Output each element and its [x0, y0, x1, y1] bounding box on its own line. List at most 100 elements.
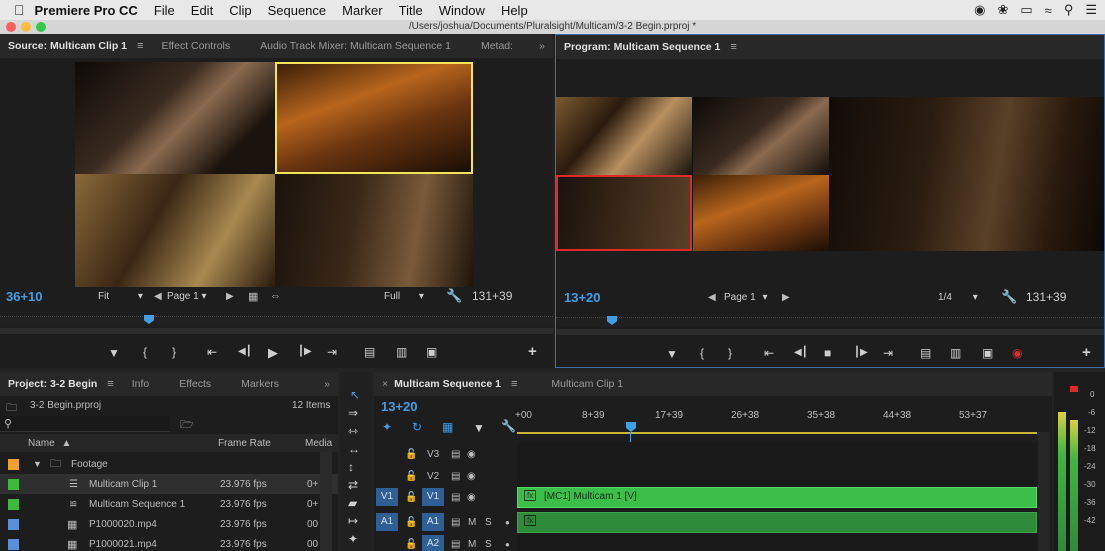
solo-button[interactable]: S	[485, 517, 492, 528]
lock-icon[interactable]: 🔓	[405, 471, 417, 482]
prev-page-icon[interactable]: ◀	[708, 292, 716, 303]
menu-window[interactable]: Window	[431, 3, 493, 18]
overwrite-icon[interactable]: ▥	[396, 345, 407, 359]
go-to-in-icon[interactable]: ⇤	[764, 346, 774, 360]
stop-icon[interactable]: ■	[824, 346, 831, 360]
next-page-icon[interactable]: ▶	[782, 292, 790, 303]
sync-lock-icon[interactable]: ▤	[451, 471, 460, 482]
drag-video-icon[interactable]: ⇔	[270, 290, 281, 302]
search-icon[interactable]: ⚲	[1064, 2, 1074, 18]
menu-clip[interactable]: Clip	[221, 3, 259, 18]
step-back-icon[interactable]: ◀┃	[238, 346, 252, 357]
record-status-icon[interactable]: ◉	[974, 2, 985, 18]
tab-audio-track-mixer[interactable]: Audio Track Mixer: Multicam Sequence 1	[252, 40, 459, 52]
track-name[interactable]: V1	[422, 488, 444, 506]
list-item[interactable]: ▼ 🗀 Footage	[0, 454, 338, 474]
button-editor-plus-icon[interactable]: +	[1082, 344, 1091, 361]
track-name[interactable]: A1	[422, 513, 444, 531]
timeline-settings-icon[interactable]: 🔧	[501, 419, 516, 433]
program-angle-top-left[interactable]	[556, 97, 692, 175]
menu-app-name[interactable]: Premiere Pro CC	[25, 3, 146, 18]
close-window-icon[interactable]	[6, 22, 16, 32]
export-frame-icon[interactable]: ▣	[982, 346, 993, 360]
lock-icon[interactable]: 🔓	[405, 492, 417, 503]
source-timecode[interactable]: 36+10	[6, 289, 43, 304]
list-item[interactable]: ☰ Multicam Clip 1 23.976 fps 0+	[0, 474, 338, 494]
multicam-record-icon[interactable]: ◉	[1012, 346, 1022, 360]
tab-program[interactable]: Program: Multicam Sequence 1	[556, 41, 728, 53]
panel-menu-icon[interactable]: ≡	[730, 41, 736, 53]
list-item[interactable]: ≌ Multicam Sequence 1 23.976 fps 0+	[0, 494, 338, 514]
button-editor-plus-icon[interactable]: +	[528, 343, 537, 360]
add-marker-icon[interactable]: ▼	[666, 347, 678, 361]
tab-multicam-clip[interactable]: Multicam Clip 1	[543, 378, 631, 390]
clip-indicator-left[interactable]	[1070, 386, 1078, 392]
project-scrollbar[interactable]	[320, 452, 332, 551]
wrench-icon[interactable]: 🔧	[1001, 289, 1017, 305]
list-item[interactable]: ▦ P1000021.mp4 23.976 fps 00	[0, 534, 338, 551]
razor-tool-icon[interactable]: ⇄	[348, 478, 358, 492]
column-frame-rate[interactable]: Frame Rate	[218, 438, 271, 449]
more-tabs-icon[interactable]: »	[531, 40, 553, 52]
program-angle-bottom-middle[interactable]	[693, 175, 829, 251]
sync-lock-icon[interactable]: ▤	[451, 449, 460, 460]
menu-title[interactable]: Title	[391, 3, 431, 18]
settings-grid-icon[interactable]: ▦	[248, 290, 258, 303]
tab-info[interactable]: Info	[124, 378, 158, 390]
play-icon[interactable]: ▶	[268, 345, 278, 361]
source-page-dropdown[interactable]: Page 1 ▾	[167, 291, 207, 302]
next-page-icon[interactable]: ▶	[226, 291, 234, 302]
minimize-window-icon[interactable]	[21, 22, 31, 32]
program-zoom-bar[interactable]	[556, 329, 1104, 335]
lock-icon[interactable]: 🔓	[405, 539, 417, 550]
program-timecode[interactable]: 13+20	[564, 290, 601, 305]
mute-button[interactable]: M	[468, 517, 476, 528]
camera-3-angle[interactable]	[75, 174, 275, 287]
zoom-window-icon[interactable]	[36, 22, 46, 32]
menu-marker[interactable]: Marker	[334, 3, 390, 18]
label-color-swatch[interactable]	[8, 518, 19, 530]
pen-tool-icon[interactable]: ✦	[348, 532, 358, 546]
column-media[interactable]: Media	[305, 438, 332, 449]
label-color-swatch[interactable]	[8, 498, 19, 510]
step-forward-icon[interactable]: ┃▶	[298, 346, 312, 357]
insert-nest-icon[interactable]: ▦	[442, 420, 453, 434]
sync-lock-icon[interactable]: ▤	[451, 517, 460, 528]
menu-help[interactable]: Help	[493, 3, 536, 18]
mute-button[interactable]: M	[468, 539, 476, 550]
program-active-angle[interactable]	[556, 175, 692, 251]
source-time-ruler[interactable]	[0, 316, 553, 326]
lock-icon[interactable]: 🔓	[405, 449, 417, 460]
rolling-edit-tool-icon[interactable]: ↔	[348, 442, 360, 456]
linked-selection-icon[interactable]: ↻	[412, 420, 422, 434]
solo-button[interactable]: S	[485, 539, 492, 550]
eye-icon[interactable]: ◉	[467, 492, 476, 503]
go-to-out-icon[interactable]: ⇥	[327, 345, 337, 359]
apple-icon[interactable]: 	[0, 2, 25, 18]
add-marker-icon[interactable]: ▼	[108, 346, 120, 360]
list-item[interactable]: ▦ P1000020.mp4 23.976 fps 00	[0, 514, 338, 534]
wifi-icon[interactable]: ≈	[1045, 3, 1052, 18]
timeline-ruler[interactable]: +00 8+39 17+39 26+38 35+38 44+38 53+37	[515, 408, 1037, 436]
mark-out-icon[interactable]: }	[728, 346, 732, 360]
panel-menu-icon[interactable]: ≡	[511, 378, 517, 390]
go-to-in-icon[interactable]: ⇤	[207, 345, 217, 359]
add-marker-icon[interactable]: ▼	[473, 421, 485, 435]
timeline-vertical-scrollbar[interactable]	[1038, 432, 1050, 551]
label-color-swatch[interactable]	[8, 478, 19, 490]
snap-icon[interactable]: ✦	[382, 420, 392, 434]
tab-source[interactable]: Source: Multicam Clip 1	[0, 40, 135, 52]
source-multicam-grid[interactable]	[75, 62, 473, 287]
step-forward-icon[interactable]: ┃▶	[854, 347, 868, 358]
label-color-swatch[interactable]	[8, 538, 19, 550]
panel-menu-icon[interactable]: ≡	[107, 378, 113, 390]
camera-4-angle[interactable]	[275, 174, 473, 287]
tab-effect-controls[interactable]: Effect Controls	[153, 40, 238, 52]
mark-out-icon[interactable]: }	[172, 345, 176, 359]
program-angle-top-middle[interactable]	[693, 97, 829, 175]
program-video-frame[interactable]	[556, 97, 1104, 251]
program-time-ruler[interactable]	[556, 317, 1104, 327]
sync-lock-icon[interactable]: ▤	[451, 539, 460, 550]
project-search-input[interactable]: ⚲	[0, 416, 170, 432]
go-to-out-icon[interactable]: ⇥	[883, 346, 893, 360]
